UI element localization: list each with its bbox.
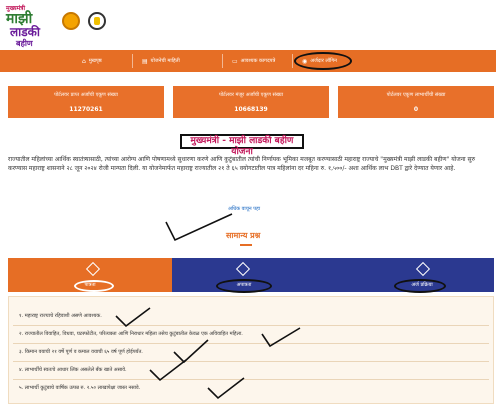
check-mark	[207, 377, 245, 400]
check-mark	[115, 307, 151, 328]
check-mark	[149, 359, 187, 382]
check-mark	[261, 327, 301, 348]
check-mark	[173, 339, 209, 364]
annotation-marks	[115, 213, 301, 400]
check-mark	[165, 213, 233, 242]
